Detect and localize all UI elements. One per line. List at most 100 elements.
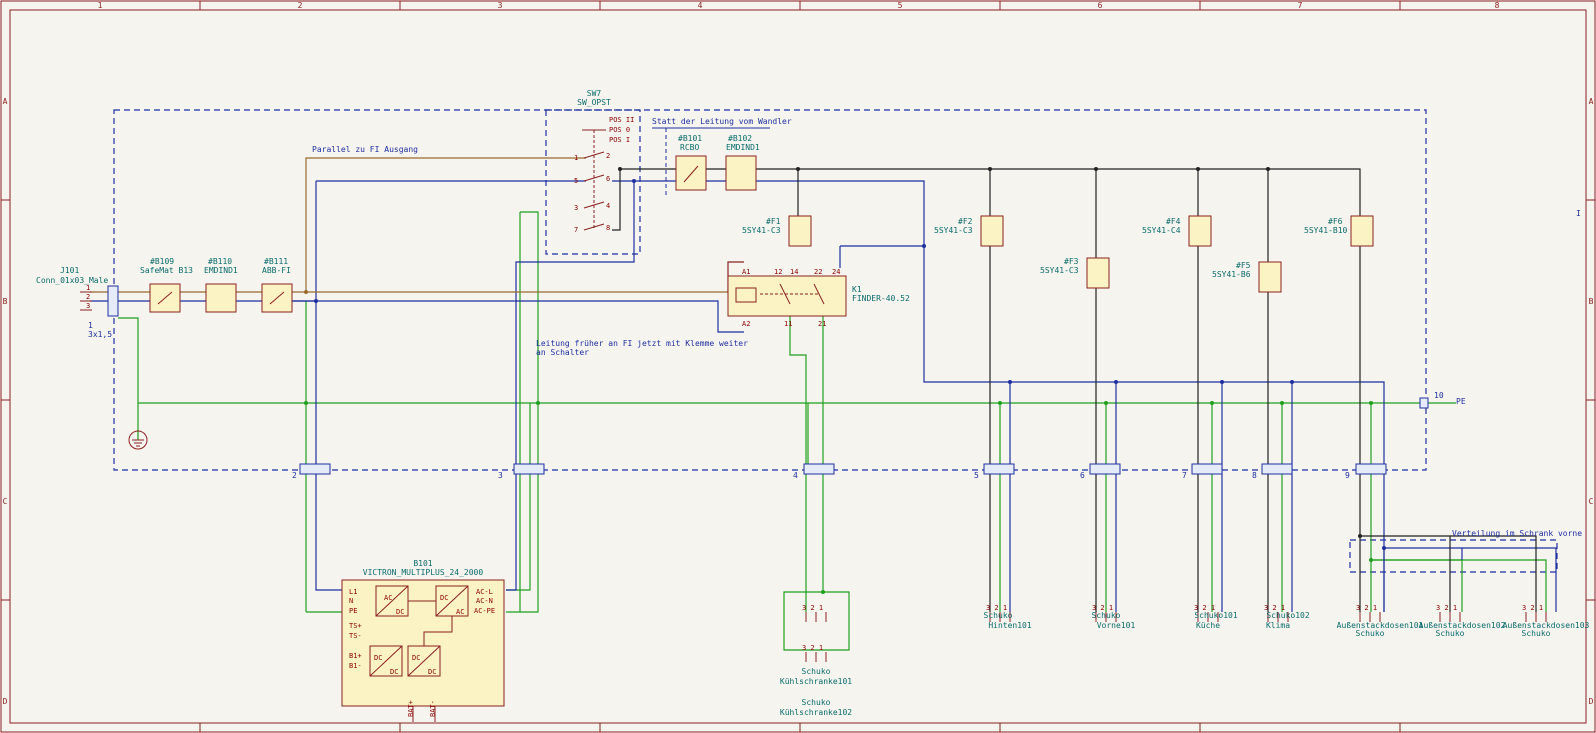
frame-col-5: 5: [898, 1, 903, 10]
term-label-5: 5: [974, 471, 979, 480]
kuehl101-pins: 3 2 1: [802, 604, 823, 612]
b111-value: ABB-FI: [262, 266, 291, 275]
b102-value: EMDIND1: [726, 143, 760, 152]
k1-ref: K1: [852, 285, 862, 294]
term-label-6: 6: [1080, 471, 1085, 480]
sw7-pin-6: 6: [606, 175, 610, 183]
frame-row-a-left: A: [3, 97, 8, 106]
hinten-name: Hinten101: [988, 621, 1032, 630]
term-label-9: 9: [1345, 471, 1350, 480]
aussen102-type: Schuko: [1436, 629, 1465, 638]
frame-col-7: 7: [1298, 1, 1303, 10]
f6-value: 5SY41-B10: [1304, 226, 1348, 235]
b110-ref: #B110: [208, 257, 232, 266]
frame-row-c-right: C: [1589, 497, 1594, 506]
terminal-2: [299, 463, 331, 475]
f5-ref: #F5: [1236, 261, 1251, 270]
aussen102-pins: 3 2 1: [1436, 604, 1457, 612]
j101-value: Conn_01x03_Male: [36, 276, 108, 285]
inverter-ref: B101: [413, 559, 432, 568]
sw7-pin-7: 7: [574, 226, 578, 234]
frame-row-c-left: C: [3, 497, 8, 506]
inv-ac1: AC: [384, 594, 392, 602]
kuehl102-pins: 3 2 1: [802, 644, 823, 652]
b111-ref: #B111: [264, 257, 288, 266]
inv-dc2: DC: [440, 594, 448, 602]
k1-pin-24: 24: [832, 268, 840, 276]
term-label-3: 3: [498, 471, 503, 480]
note-leitung-1: Leitung früher an FI jetzt mit Klemme we…: [536, 339, 748, 348]
terminal-8: [1261, 463, 1293, 475]
inv-dc4: DC: [390, 668, 398, 676]
terminal-3: [513, 463, 545, 475]
terminal-4: [803, 463, 835, 475]
aussen103-type: Schuko: [1522, 629, 1551, 638]
b110-value: EMDIND1: [204, 266, 238, 275]
inv-dc3: DC: [374, 654, 382, 662]
term-label-2: 2: [292, 471, 297, 480]
stray-mark: I: [1576, 209, 1581, 218]
inv-pin-bat-minus: BAT-: [429, 700, 437, 717]
schematic-canvas: 1 2 3 4 5 6 7 8 A B C D A B C D 2 3 4 5 …: [0, 0, 1596, 733]
breaker-f1: [788, 215, 812, 247]
b109-value: SafeMat B13: [140, 266, 193, 275]
vorne-name: Vorne101: [1097, 621, 1136, 630]
device-b109: #B109 SafeMat B13: [140, 257, 193, 313]
f3-ref: #F3: [1064, 257, 1079, 266]
f3-value: 5SY41-C3: [1040, 266, 1079, 275]
kueche-name: Küche: [1196, 621, 1220, 630]
k1-pin-12: 12: [774, 268, 782, 276]
sw7-pos-0: POS 0: [609, 126, 630, 134]
k1-pin-11: 11: [784, 320, 792, 328]
term-label-7: 7: [1182, 471, 1187, 480]
j101-pin-3: 3: [86, 302, 90, 310]
f5-value: 5SY41-B6: [1212, 270, 1251, 279]
f2-ref: #F2: [958, 217, 973, 226]
relay-k1: K1 FINDER-40.52 A1 A2 12 14 22 24 11 21: [727, 268, 910, 328]
kuehl101-name: Kühlschranke101: [780, 677, 852, 686]
frame-row-a-right: A: [1589, 97, 1594, 106]
inv-pin-ts-minus: TS-: [349, 632, 362, 640]
sw7-pin-8: 8: [606, 224, 610, 232]
f1-ref: #F1: [766, 217, 781, 226]
kuehl101-type: Schuko: [802, 667, 831, 676]
breaker-f5: [1258, 261, 1282, 293]
frame-col-8: 8: [1495, 1, 1500, 10]
schematic-svg: 1 2 3 4 5 6 7 8 A B C D A B C D 2 3 4 5 …: [0, 0, 1596, 733]
switch-sw7: SW7 SW_OPST POS II POS 0 POS I 1 2 5 6 3…: [574, 89, 634, 234]
b109-ref: #B109: [150, 257, 174, 266]
sw7-value: SW_OPST: [577, 98, 611, 107]
inv-pin-n: N: [349, 597, 353, 605]
hinten-type: Schuko: [984, 611, 1013, 620]
inv-pin-b1-minus: B1-: [349, 662, 362, 670]
k1-pin-14: 14: [790, 268, 798, 276]
j101-pin-1: 1: [86, 284, 90, 292]
k1-pin-a1: A1: [742, 268, 750, 276]
kuehl102-name: Kühlschranke102: [780, 708, 852, 717]
frame-column-labels: 1 2 3 4 5 6 7 8: [98, 1, 1500, 10]
terminal-10: [1419, 397, 1429, 409]
inv-dc6: DC: [428, 668, 436, 676]
terminal-7: [1191, 463, 1223, 475]
sw7-pos-ii: POS II: [609, 116, 634, 124]
kueche-type: Schuko101: [1194, 611, 1238, 620]
term-label-4: 4: [793, 471, 798, 480]
frame-row-d-right: D: [1589, 697, 1594, 706]
kuehl102-type: Schuko: [802, 698, 831, 707]
line-wires: [612, 168, 1537, 612]
inv-pin-ac-n: AC-N: [476, 597, 493, 605]
frame-row-b-right: B: [1589, 297, 1594, 306]
frame-col-1: 1: [98, 1, 103, 10]
f2-value: 5SY41-C3: [934, 226, 973, 235]
sw7-pin-2: 2: [606, 152, 610, 160]
sw7-pin-4: 4: [606, 202, 610, 210]
term-label-8: 8: [1252, 471, 1257, 480]
terminal-1: [107, 285, 119, 317]
breakers: [788, 215, 1374, 293]
terminal-numbers: 2 3 4 5 6 7 8 9 10 PE 1 3x1,5: [88, 321, 1466, 480]
note-wandler: Statt der Leitung vom Wandler: [652, 117, 792, 126]
inverter-b101: B101 VICTRON_MULTIPLUS_24_2000 L1 N PE T…: [341, 559, 505, 722]
f6-ref: #F6: [1328, 217, 1343, 226]
terminal-9: [1355, 463, 1387, 475]
klima-name: Klima: [1266, 621, 1290, 630]
